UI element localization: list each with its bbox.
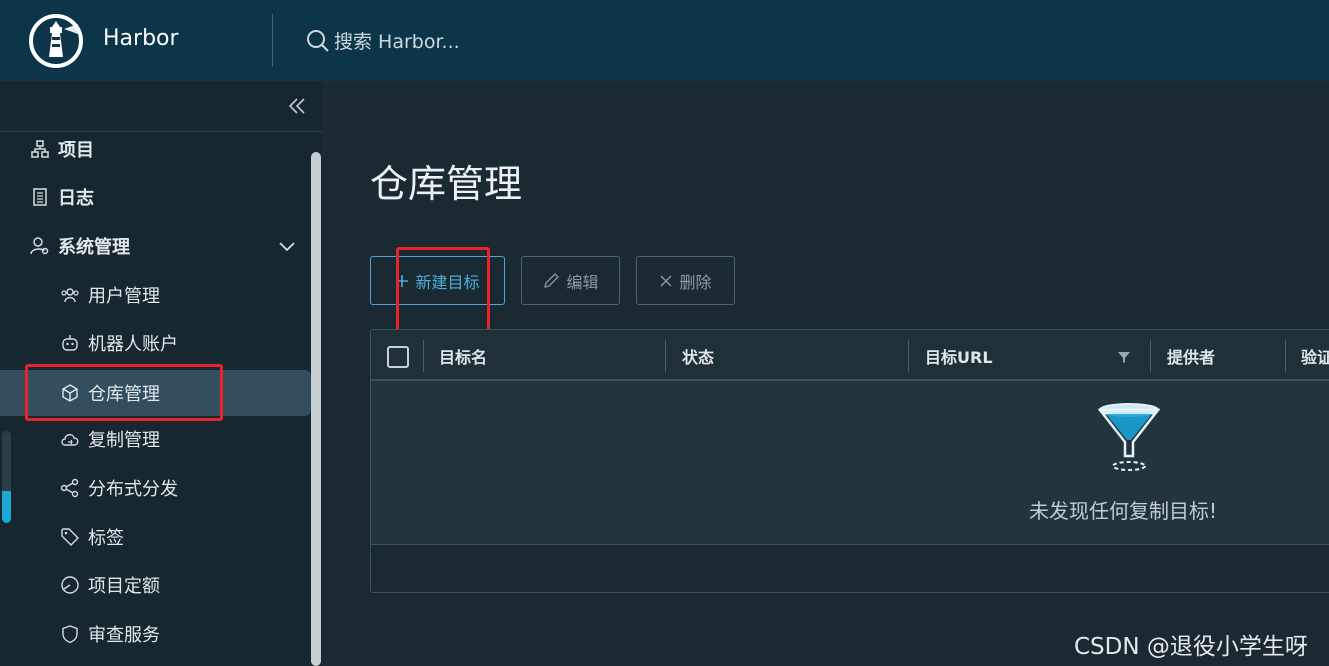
search-icon <box>307 29 329 52</box>
collapse-sidebar-icon[interactable] <box>286 95 308 117</box>
scroll-thumb[interactable] <box>2 491 11 523</box>
log-icon <box>30 187 50 207</box>
users-icon <box>60 285 80 305</box>
sidebar-item-label: 分布式分发 <box>88 479 178 500</box>
select-all-checkbox[interactable] <box>387 346 409 368</box>
sidebar-item-admin[interactable]: 系统管理 <box>0 226 310 266</box>
global-search[interactable]: 搜索 Harbor... <box>306 27 460 54</box>
sidebar-item-projects[interactable]: 项目 <box>0 129 94 169</box>
column-separator <box>1285 340 1286 372</box>
sidebar-item-quotas[interactable]: 项目定额 <box>0 565 160 605</box>
sidebar-item-label: 项目定额 <box>88 576 160 597</box>
header-divider <box>272 14 273 67</box>
quota-icon <box>60 575 80 595</box>
page-title: 仓库管理 <box>370 162 523 206</box>
column-header-verify[interactable]: 验证 <box>1301 344 1329 368</box>
top-header: Harbor 搜索 Harbor... <box>0 0 1329 81</box>
sidebar-scrollbar[interactable] <box>311 152 321 666</box>
main-content: 仓库管理 新建目标 编辑 删除 目标名 状态 目标URL 提供者 验证 未发现任… <box>322 81 1329 666</box>
sidebar-item-label: 用户管理 <box>88 286 160 307</box>
close-icon <box>660 275 672 286</box>
highlight-box <box>25 364 223 421</box>
sidebar-item-replications[interactable]: 复制管理 <box>0 419 160 459</box>
search-placeholder[interactable]: 搜索 Harbor... <box>334 27 460 54</box>
registries-table: 目标名 状态 目标URL 提供者 验证 <box>370 329 1329 593</box>
delete-label: 删除 <box>679 272 712 292</box>
edit-label: 编辑 <box>566 272 599 292</box>
sidebar-item-label: 系统管理 <box>58 237 130 258</box>
empty-funnel-icon <box>1098 403 1160 471</box>
table-header: 目标名 状态 目标URL 提供者 验证 <box>371 330 1329 381</box>
sidebar: 项目 日志 系统管理 用户管理 机器人账户 仓库管理 复制管理 分布式分发 标签… <box>0 81 322 666</box>
cloud-sync-icon <box>60 429 80 449</box>
column-separator <box>908 340 909 372</box>
sidebar-item-label: 项目 <box>58 140 94 161</box>
admin-icon <box>30 236 50 256</box>
tag-icon <box>60 527 80 547</box>
sidebar-item-label: 机器人账户 <box>88 334 178 355</box>
edit-button[interactable]: 编辑 <box>521 256 620 305</box>
brand-name[interactable]: Harbor <box>103 26 179 51</box>
secondary-scrollbar[interactable] <box>2 431 11 523</box>
sidebar-item-label: 复制管理 <box>88 430 160 451</box>
delete-button[interactable]: 删除 <box>636 256 735 305</box>
sidebar-item-users[interactable]: 用户管理 <box>0 275 160 315</box>
table-footer-divider <box>371 544 1329 545</box>
harbor-logo-icon[interactable] <box>28 13 84 69</box>
column-separator <box>665 340 666 372</box>
sidebar-item-label: 审查服务 <box>88 625 160 646</box>
sidebar-item-distributions[interactable]: 分布式分发 <box>0 468 178 508</box>
project-icon <box>30 139 50 159</box>
pencil-icon <box>544 272 560 288</box>
sidebar-item-label: 日志 <box>58 188 94 209</box>
empty-state-text: 未发现任何复制目标! <box>1029 499 1218 523</box>
sidebar-item-logs[interactable]: 日志 <box>0 177 94 217</box>
column-separator <box>423 340 424 372</box>
watermark: CSDN @退役小学生呀 <box>1074 634 1308 660</box>
column-header-provider[interactable]: 提供者 <box>1167 344 1215 368</box>
column-separator <box>1150 340 1151 372</box>
sidebar-item-robot-accounts[interactable]: 机器人账户 <box>0 323 178 363</box>
share-icon <box>60 478 80 498</box>
robot-icon <box>60 333 80 353</box>
column-header-name[interactable]: 目标名 <box>439 344 487 368</box>
chevron-down-icon[interactable] <box>278 226 296 266</box>
highlight-box <box>396 247 490 340</box>
sidebar-item-interrogation[interactable]: 审查服务 <box>0 614 160 654</box>
sidebar-item-label: 标签 <box>88 528 124 549</box>
column-header-status[interactable]: 状态 <box>682 344 714 368</box>
sidebar-item-labels[interactable]: 标签 <box>0 517 124 557</box>
shield-icon <box>60 624 80 644</box>
filter-icon[interactable] <box>1118 351 1130 363</box>
column-header-url[interactable]: 目标URL <box>925 344 993 368</box>
